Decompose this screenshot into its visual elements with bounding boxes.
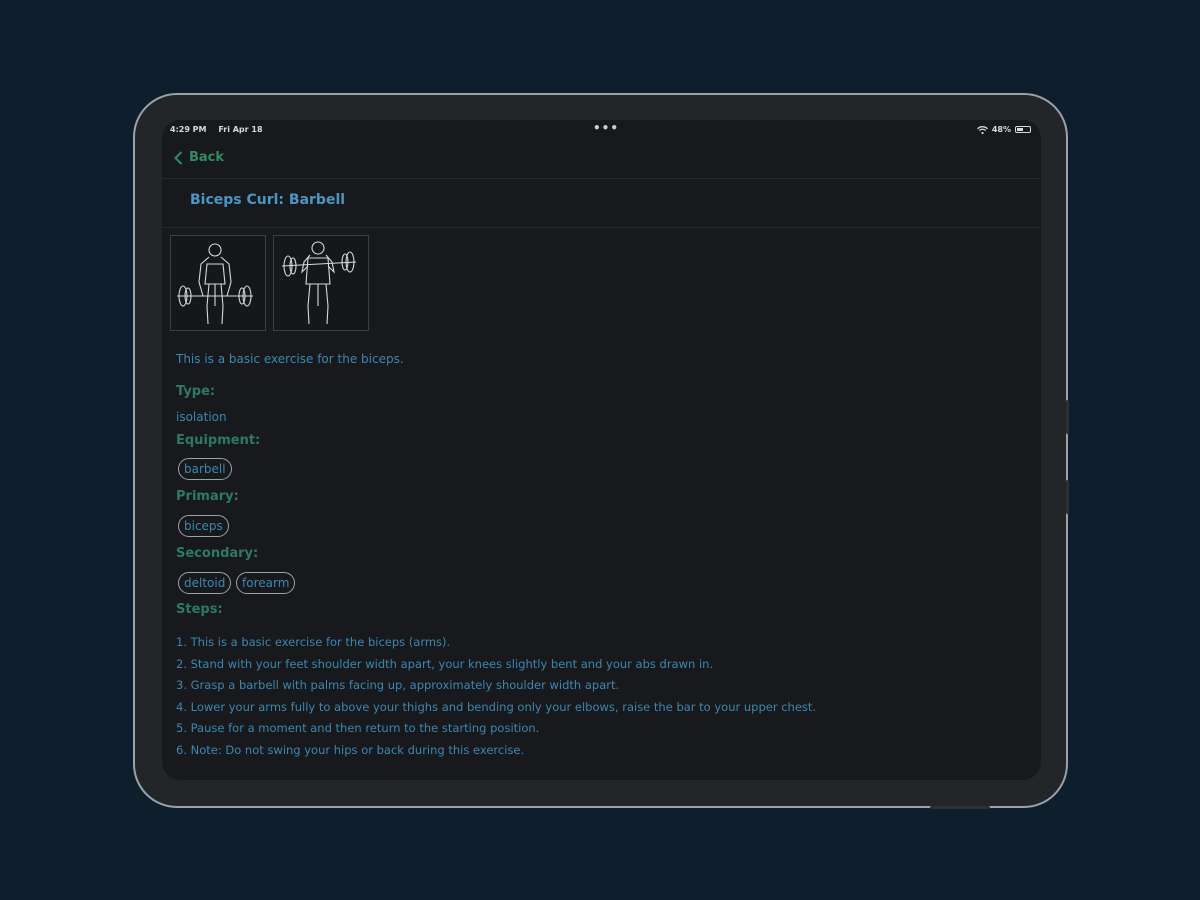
battery-percent: 48% <box>991 125 1011 134</box>
equipment-chip[interactable]: barbell <box>178 458 232 480</box>
exercise-image-top[interactable] <box>273 235 369 331</box>
divider <box>162 178 1041 179</box>
steps-list: 1. This is a basic exercise for the bice… <box>176 632 816 762</box>
exercise-image-start[interactable] <box>170 235 266 331</box>
volume-up-button <box>1066 400 1069 434</box>
status-time: 4:29 PM <box>170 125 207 134</box>
power-button <box>930 806 990 809</box>
secondary-label: Secondary: <box>176 546 259 561</box>
status-date: Fri Apr 18 <box>218 125 263 134</box>
back-button[interactable]: Back <box>174 150 224 165</box>
step-item: 4. Lower your arms fully to above your t… <box>176 699 817 714</box>
steps-label: Steps: <box>176 602 223 617</box>
step-item: 1. This is a basic exercise for the bice… <box>176 635 451 649</box>
wifi-icon <box>976 125 988 134</box>
type-label: Type: <box>176 384 216 399</box>
back-label: Back <box>189 150 225 165</box>
barbell-curl-top-illustration <box>281 241 357 325</box>
step-item: 6. Note: Do not swing your hips or back … <box>176 742 525 757</box>
exercise-title: Biceps Curl: Barbell <box>190 192 346 208</box>
exercise-description: This is a basic exercise for the biceps. <box>176 352 404 366</box>
type-value: isolation <box>176 410 227 424</box>
primary-muscle-chip[interactable]: biceps <box>178 515 229 537</box>
battery-icon <box>1015 126 1031 133</box>
divider <box>162 227 1041 228</box>
app-screen: 4:29 PM Fri Apr 18 ••• 48% Back Biceps C… <box>162 120 1041 780</box>
status-bar: 4:29 PM Fri Apr 18 ••• 48% <box>162 120 1041 140</box>
step-item: 5. Pause for a moment and then return to… <box>176 721 540 736</box>
step-item: 3. Grasp a barbell with palms facing up,… <box>176 678 620 693</box>
multitasking-dots-icon[interactable]: ••• <box>593 121 619 135</box>
primary-label: Primary: <box>176 489 239 504</box>
barbell-curl-start-illustration <box>177 243 253 325</box>
chevron-left-icon <box>174 150 183 165</box>
volume-down-button <box>1066 480 1069 514</box>
secondary-muscle-chip[interactable]: forearm <box>236 572 296 594</box>
secondary-muscle-chip[interactable]: deltoid <box>178 572 232 594</box>
equipment-label: Equipment: <box>176 433 261 448</box>
step-item: 2. Stand with your feet shoulder width a… <box>176 656 714 671</box>
